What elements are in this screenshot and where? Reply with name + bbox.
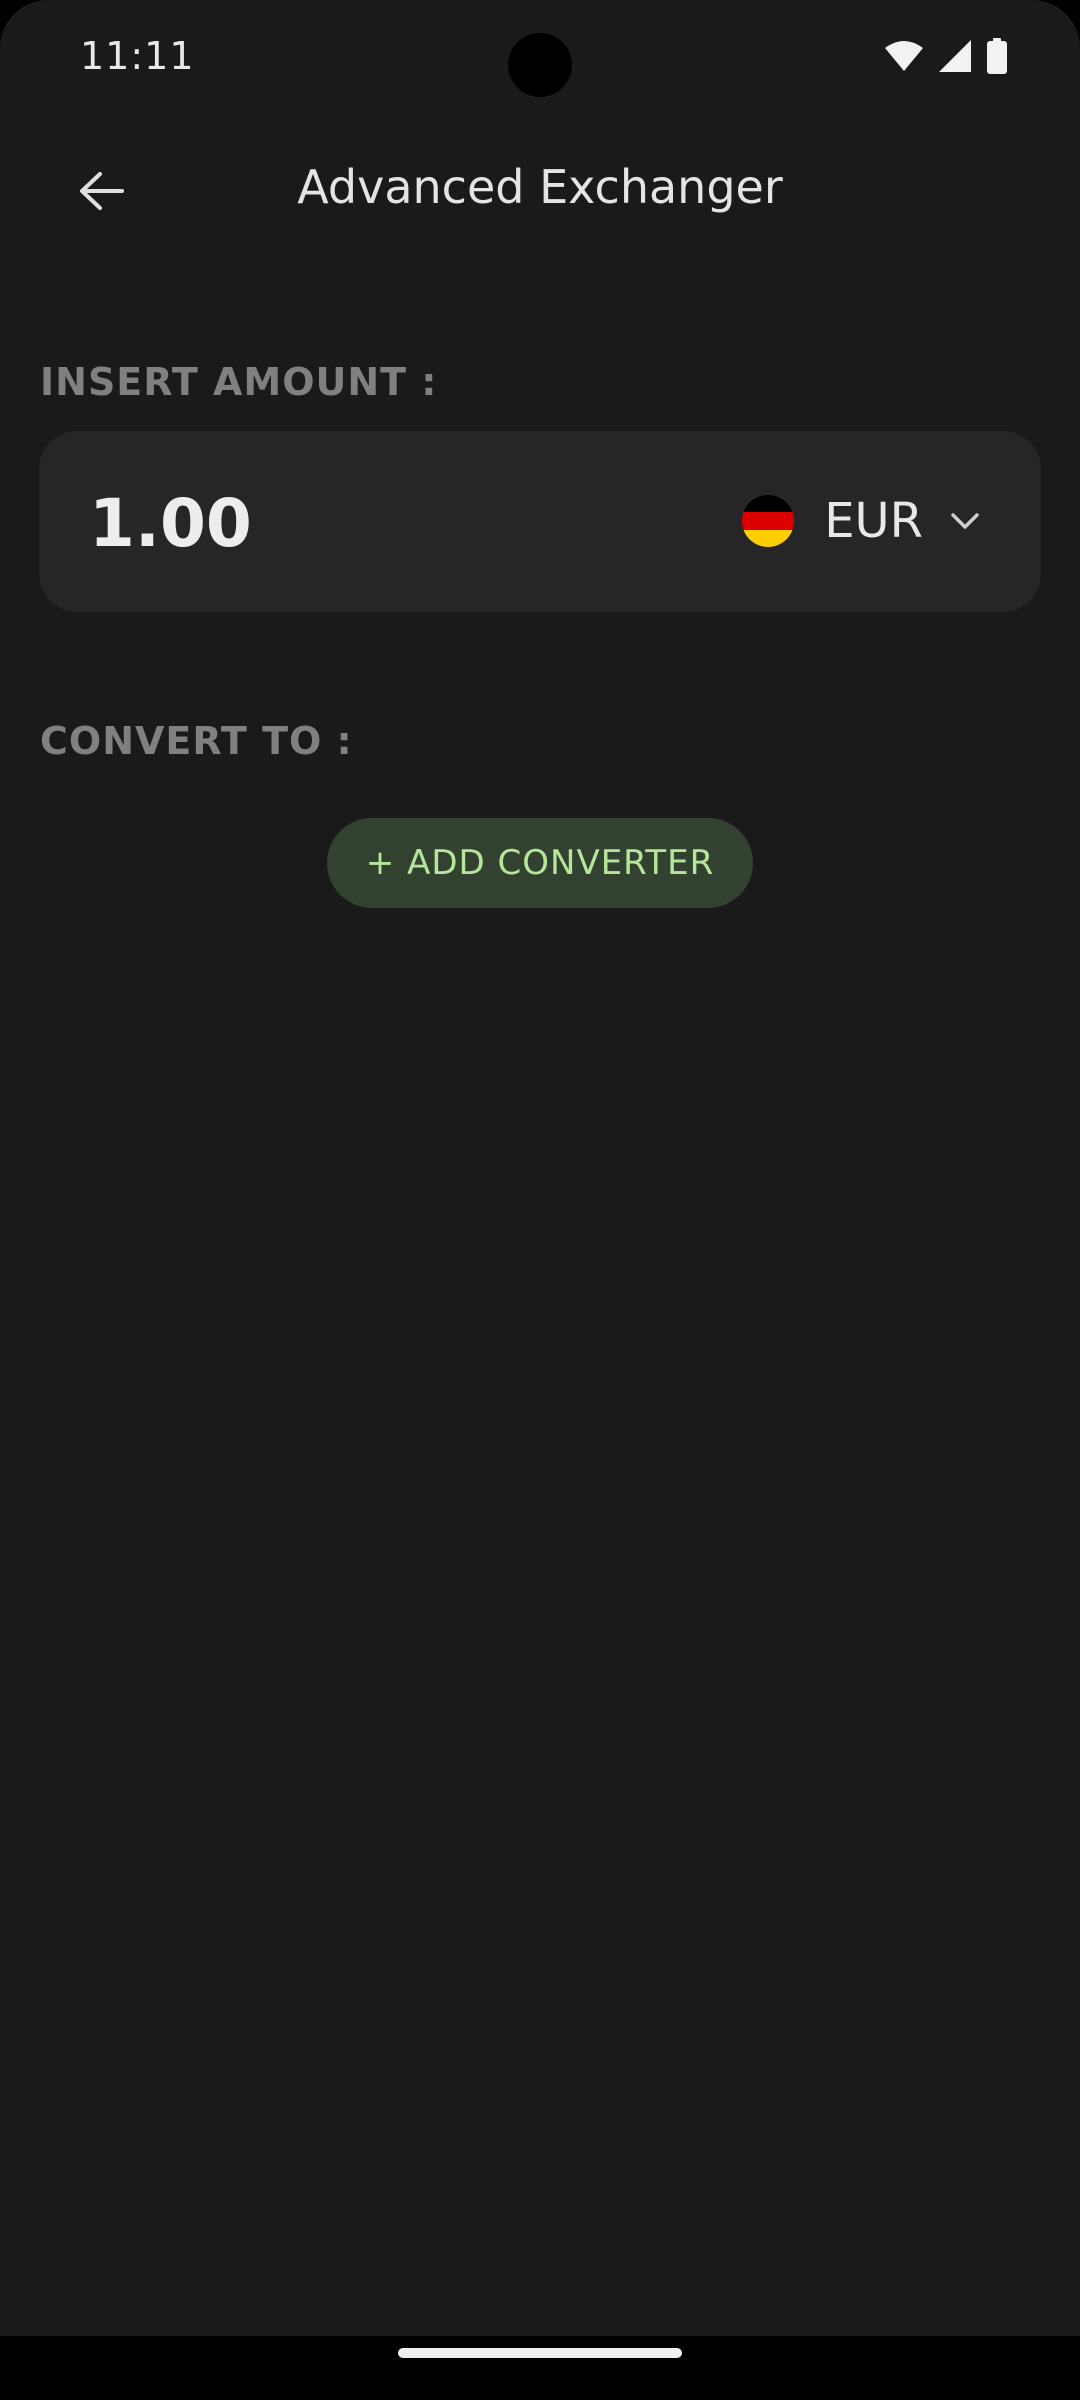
chevron-down-icon (945, 501, 985, 541)
wifi-icon (884, 40, 924, 76)
status-bar: 11:11 (0, 0, 1080, 120)
app-bar: Advanced Exchanger (0, 130, 1080, 256)
page-title: Advanced Exchanger (297, 160, 783, 214)
camera-cutout (508, 33, 572, 97)
convert-to-label: CONVERT TO : (40, 719, 353, 763)
currency-dropdown[interactable]: EUR (742, 476, 1011, 566)
amount-card: EUR (39, 431, 1041, 612)
home-indicator[interactable] (398, 2348, 682, 2358)
insert-amount-label: INSERT AMOUNT : (40, 360, 438, 404)
amount-input[interactable] (89, 473, 689, 573)
add-converter-button[interactable]: + ADD CONVERTER (327, 818, 753, 908)
currency-code: EUR (824, 493, 923, 549)
cellular-signal-icon (938, 39, 972, 77)
status-time: 11:11 (80, 34, 195, 78)
status-icons (884, 38, 1008, 78)
app-screen: 11:11 Advanced Exchanger INSERT AMOUNT:… (0, 0, 1080, 2400)
navigation-bar (0, 2336, 1080, 2400)
germany-flag-icon (742, 495, 795, 547)
battery-icon (986, 38, 1008, 78)
